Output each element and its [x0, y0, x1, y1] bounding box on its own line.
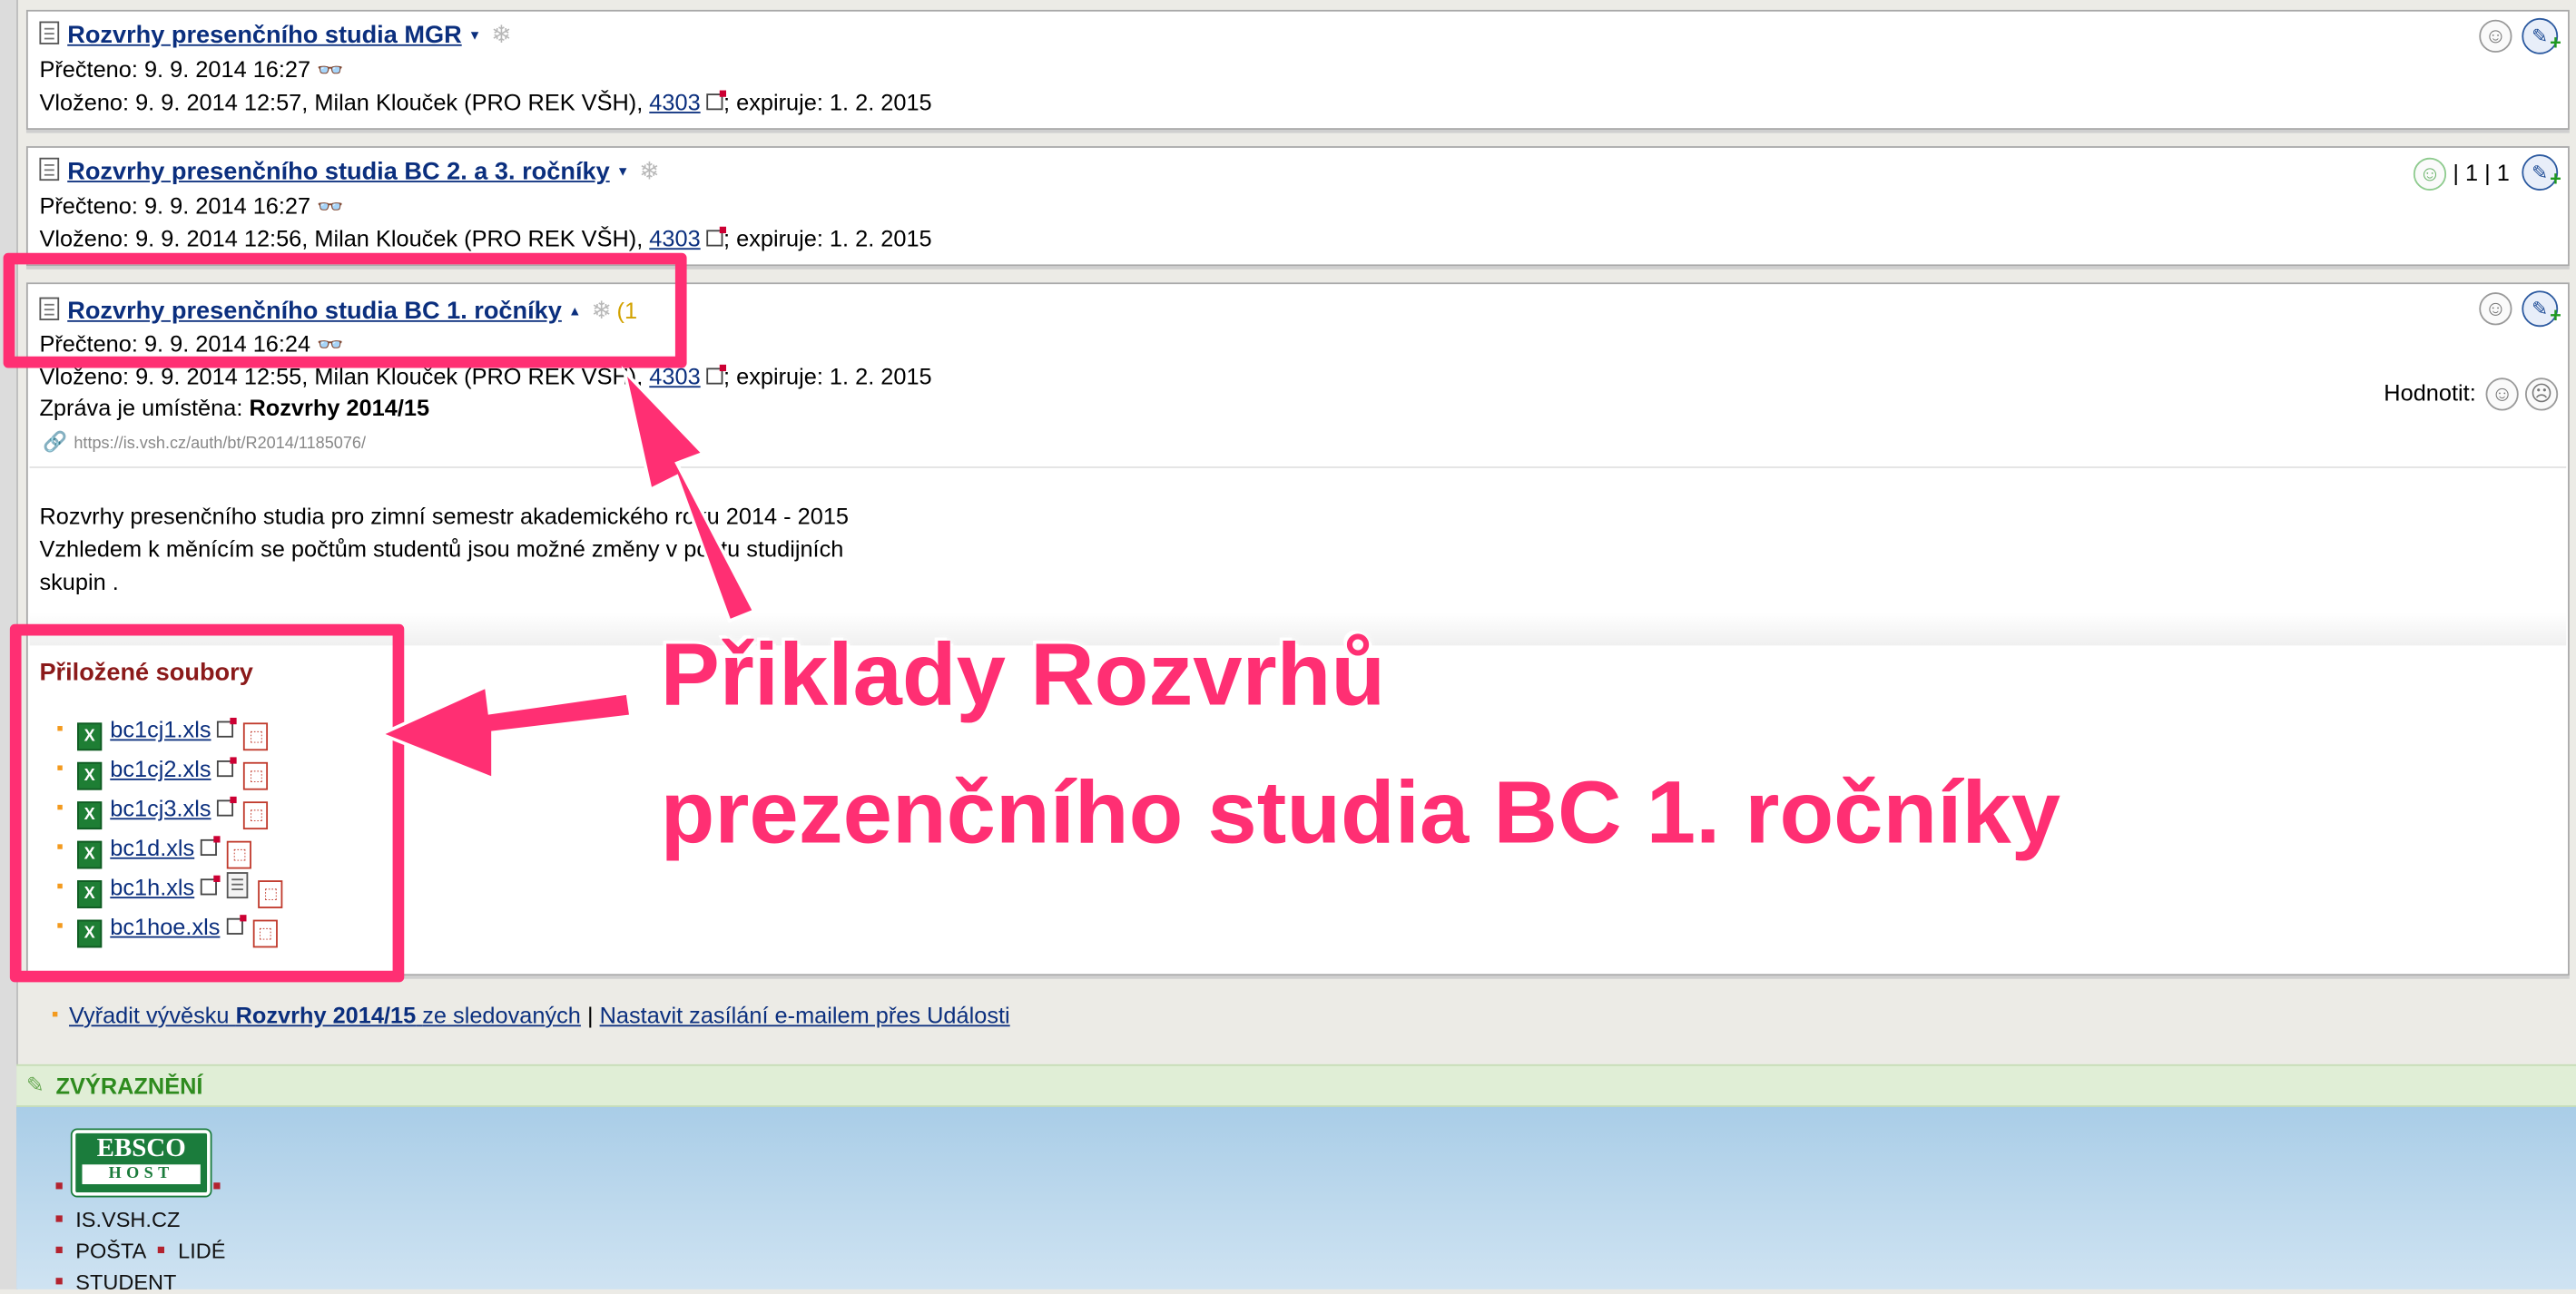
- highlight-box-title: [3, 252, 687, 368]
- portal-link-row: IS.VSH.CZ: [55, 1207, 181, 1232]
- permalink-url[interactable]: https://is.vsh.cz/auth/bt/R2014/1185076/: [74, 436, 366, 454]
- document-icon: [39, 21, 60, 44]
- ebsco-host-logo[interactable]: EBSCO HOST: [72, 1130, 211, 1196]
- link-chain-icon: 🔗: [43, 430, 68, 454]
- smiley-rate-icon[interactable]: ☺: [2479, 19, 2512, 53]
- portal-link-lide[interactable]: LIDÉ: [178, 1239, 225, 1263]
- expiry-text: ; expiruje: 1. 2. 2015: [723, 363, 932, 389]
- inserted-row: Vloženo: 9. 9. 2014 12:56, Milan Klouček…: [39, 223, 931, 253]
- board-actions: Vyřadit vývěsku Rozvrhy 2014/15 ze sledo…: [52, 1002, 1010, 1029]
- expiry-text: ; expiruje: 1. 2. 2015: [723, 224, 932, 251]
- post-card-mgr: Rozvrhy presenčního studia MGR ▼ ❄ Přečten…: [25, 9, 2570, 130]
- chevron-down-icon[interactable]: ▼: [468, 28, 481, 43]
- body-line: skupin .: [39, 568, 119, 595]
- portal-link-row: POŠTA LIDÉ: [55, 1239, 226, 1263]
- location-row: Zpráva je umístěna: Rozvrhy 2014/15: [39, 393, 429, 423]
- inserted-text: Vloženo: 9. 9. 2014 12:57, Milan Klouček…: [39, 88, 644, 115]
- author-id-link[interactable]: 4303: [649, 225, 700, 251]
- glasses-icon: 👓: [317, 193, 343, 219]
- bullet: [158, 1246, 165, 1254]
- portal-link-row: STUDENT: [55, 1269, 177, 1294]
- highlight-section-label: ZVÝRAZNĚNÍ: [55, 1072, 203, 1099]
- unfollow-suffix: ze sledovaných: [422, 1002, 581, 1029]
- snowflake-icon[interactable]: ❄: [491, 22, 512, 50]
- post-title-link[interactable]: Rozvrhy presenčního studia MGR: [67, 22, 461, 50]
- email-notifications-link[interactable]: Nastavit zasílání e-mailem přes Události: [600, 1002, 1010, 1028]
- unfollow-board-link[interactable]: Vyřadit vývěsku Rozvrhy 2014/15 ze sledo…: [69, 1002, 581, 1028]
- portal-links-panel: EBSCO HOST IS.VSH.CZ POŠTA LIDÉ STUDENT: [16, 1106, 2576, 1294]
- viewport: Rozvrhy presenčního studia MGR ▼ ❄ Přečten…: [0, 0, 2576, 1294]
- location-board-name: Rozvrhy 2014/15: [249, 394, 430, 421]
- divider: [29, 466, 2567, 468]
- post-title-link[interactable]: Rozvrhy presenčního studia BC 2. a 3. ro…: [67, 158, 609, 186]
- read-timestamp: Přečteno: 9. 9. 2014 16:27: [39, 55, 311, 83]
- portal-link-is[interactable]: IS.VSH.CZ: [75, 1207, 180, 1231]
- rating-counts: | 1 | 1: [2453, 159, 2510, 186]
- bullet: [55, 1215, 63, 1222]
- permalink-row: 🔗 https://is.vsh.cz/auth/bt/R2014/1185076…: [43, 430, 366, 453]
- body-line: Vzhledem k měnícím se počtům studentů js…: [39, 535, 844, 563]
- pencil-icon: ✎: [25, 1072, 44, 1098]
- external-link-icon[interactable]: [706, 226, 727, 247]
- body-line: Rozvrhy presenčního studia pro zimní sem…: [39, 502, 850, 529]
- document-icon: [39, 157, 60, 181]
- glasses-icon: 👓: [317, 57, 343, 83]
- smiley-happy-icon[interactable]: ☺: [2485, 377, 2519, 411]
- edit-plus-icon[interactable]: ✎: [2522, 17, 2561, 59]
- portal-link-posta[interactable]: POŠTA: [75, 1239, 146, 1263]
- post-card-bc23: Rozvrhy presenčního studia BC 2. a 3. ro…: [25, 146, 2570, 267]
- expiry-text: ; expiruje: 1. 2. 2015: [723, 88, 932, 115]
- bullet: [55, 1246, 63, 1254]
- bullet: [55, 1278, 63, 1285]
- highlight-box-attachments: [9, 623, 405, 983]
- smiley-sad-icon[interactable]: ☹: [2524, 377, 2559, 411]
- separator: |: [586, 1002, 594, 1029]
- annotation-line-2: prezenčního studia BC 1. ročníky: [660, 763, 2061, 863]
- external-link-icon[interactable]: [706, 364, 727, 385]
- external-link-icon[interactable]: [706, 90, 727, 111]
- read-timestamp: Přečteno: 9. 9. 2014 16:27: [39, 191, 311, 219]
- location-label: Zpráva je umístěna:: [39, 394, 243, 421]
- ebsco-logo-bottom: HOST: [82, 1164, 201, 1185]
- inserted-row: Vloženo: 9. 9. 2014 12:57, Milan Klouček…: [39, 87, 931, 117]
- annotation-line-1: Přiklady Rozvrhů: [660, 625, 1386, 725]
- bullet: [213, 1182, 221, 1190]
- inserted-text: Vloženo: 9. 9. 2014 12:56, Milan Klouček…: [39, 224, 644, 251]
- edit-plus-icon[interactable]: ✎: [2522, 290, 2561, 332]
- rate-label: Hodnotit:: [2384, 379, 2476, 407]
- author-id-link[interactable]: 4303: [649, 89, 700, 115]
- unfollow-prefix: Vyřadit vývěsku: [69, 1002, 230, 1029]
- chevron-down-icon[interactable]: ▼: [616, 164, 629, 179]
- read-row: Přečteno: 9. 9. 2014 16:27 👓: [39, 54, 343, 85]
- bullet: [55, 1182, 63, 1190]
- smiley-rate-icon[interactable]: ☺: [2479, 292, 2512, 326]
- post-title-row: Rozvrhy presenčního studia BC 2. a 3. ro…: [39, 156, 660, 187]
- portal-link-student[interactable]: STUDENT: [75, 1269, 176, 1294]
- bullet: [52, 1011, 58, 1017]
- read-row: Přečteno: 9. 9. 2014 16:27 👓: [39, 191, 343, 221]
- unfollow-board-name: Rozvrhy 2014/15: [235, 1002, 417, 1029]
- post-title-row: Rozvrhy presenčního studia MGR ▼ ❄: [39, 20, 512, 51]
- highlight-section-header[interactable]: ✎ ZVÝRAZNĚNÍ: [16, 1064, 2576, 1107]
- smiley-rated-icon[interactable]: ☺: [2413, 157, 2447, 191]
- ebsco-logo-top: EBSCO: [96, 1134, 186, 1163]
- snowflake-icon[interactable]: ❄: [639, 158, 660, 186]
- edit-plus-icon[interactable]: ✎: [2522, 154, 2561, 195]
